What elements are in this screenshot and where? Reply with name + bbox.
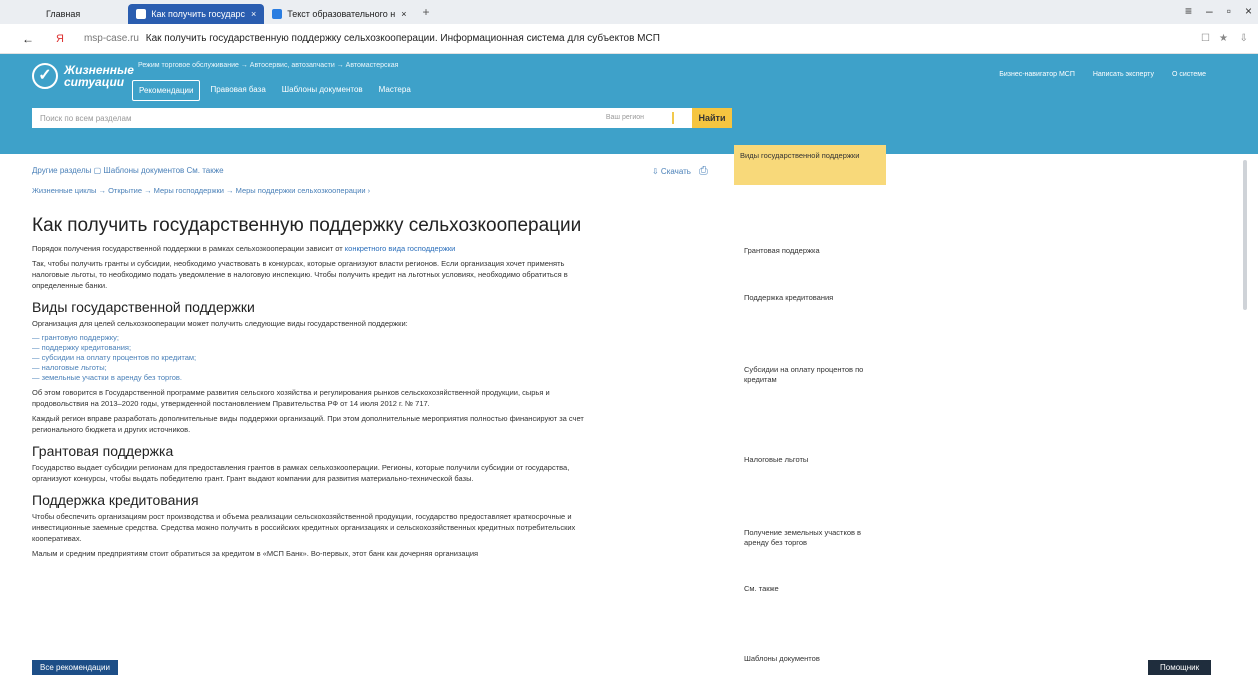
section-heading-credit: Поддержка кредитования: [32, 492, 199, 508]
types-intro: Организация для целей сельхозкооперации …: [32, 319, 408, 328]
region-marker: [672, 112, 674, 124]
tab-label: Текст образовательного н: [287, 9, 396, 19]
section-heading-types: Виды государственной поддержки: [32, 299, 255, 315]
tab-label: Главная: [46, 9, 81, 19]
url-field[interactable]: msp-case.ru Как получить государственную…: [84, 33, 660, 44]
top-links: Бизнес-навигатор МСП Написать эксперту О…: [999, 71, 1206, 78]
page-actions: ⇩ Скачать ⎙: [652, 165, 708, 178]
intro-paragraph-2: Так, чтобы получить гранты и субсидии, н…: [32, 259, 568, 290]
list-item[interactable]: — субсидии на оплату процентов по кредит…: [32, 353, 602, 363]
link-about[interactable]: О системе: [1172, 71, 1206, 78]
star-icon[interactable]: ★: [1219, 33, 1228, 44]
link-business-navigator[interactable]: Бизнес-навигатор МСП: [999, 71, 1075, 78]
intro-paragraph: Порядок получения государственной поддер…: [32, 243, 602, 254]
breadcrumb[interactable]: Жизненные циклы → Открытие → Меры господ…: [32, 186, 370, 195]
regions-paragraph: Каждый регион вправе разработать дополни…: [32, 414, 584, 434]
maximize-icon[interactable]: ▫: [1227, 4, 1231, 18]
nav-legal-base[interactable]: Правовая база: [204, 80, 271, 101]
address-bar: ← Я msp-case.ru Как получить государстве…: [0, 24, 1258, 54]
site-header: ✓ Жизненные ситуации Режим торговое обсл…: [0, 54, 1258, 154]
intro-text: Порядок получения государственной поддер…: [32, 244, 345, 253]
close-icon[interactable]: ×: [401, 9, 406, 19]
list-item[interactable]: — грантовую поддержку;: [32, 333, 602, 343]
section-heading-grant: Грантовая поддержка: [32, 443, 174, 459]
document-icon: [272, 9, 283, 19]
grant-paragraph: Государство выдает субсидии регионам для…: [32, 463, 570, 483]
region-select[interactable]: Ваш регион: [606, 114, 644, 121]
url-domain: msp-case.ru: [83, 33, 139, 44]
tab-home[interactable]: Главная: [38, 4, 88, 24]
nav-masters[interactable]: Мастера: [373, 80, 417, 101]
tab-active[interactable]: Как получить государс ×: [128, 4, 265, 24]
bookmark-icon[interactable]: ☐: [1201, 33, 1210, 44]
situation-breadcrumb[interactable]: Режим торговое обслуживание → Автосервис…: [138, 62, 398, 69]
credit-paragraph: Чтобы обеспечить организациям рост произ…: [32, 512, 576, 543]
link-ask-expert[interactable]: Написать эксперту: [1093, 71, 1154, 78]
help-button[interactable]: Помощник: [1148, 660, 1212, 675]
close-icon[interactable]: ×: [251, 9, 256, 19]
list-item[interactable]: — земельные участки в аренду без торгов.: [32, 373, 602, 383]
logo-line2: ситуации: [64, 75, 125, 89]
scrollbar[interactable]: [1243, 160, 1247, 310]
close-window-icon[interactable]: ×: [1245, 4, 1252, 18]
download-link[interactable]: ⇩ Скачать: [652, 167, 691, 176]
toc-item-grant[interactable]: Грантовая поддержка: [744, 246, 820, 256]
toc-active-item[interactable]: Виды государственной поддержки: [734, 145, 886, 185]
url-title: Как получить государственную поддержку с…: [145, 33, 660, 44]
nav-doc-templates[interactable]: Шаблоны документов: [276, 80, 369, 101]
tab-label: Как получить государс: [151, 9, 245, 19]
browser-tab-bar: Главная Как получить государс × Текст об…: [0, 0, 1258, 24]
subnav[interactable]: Другие разделы ▢ Шаблоны документов См. …: [32, 166, 224, 175]
types-list: — грантовую поддержку; — поддержку креди…: [32, 333, 602, 383]
back-icon[interactable]: ←: [22, 32, 34, 46]
search-input[interactable]: Поиск по всем разделам Ваш регион: [32, 108, 692, 128]
search-placeholder: Поиск по всем разделам: [40, 113, 132, 123]
print-icon[interactable]: ⎙: [699, 165, 708, 178]
browser-logo-icon: Я: [56, 32, 64, 45]
find-button[interactable]: Найти: [692, 108, 732, 128]
minimize-icon[interactable]: –: [1206, 4, 1213, 18]
menu-icon[interactable]: ≡: [1185, 4, 1192, 18]
all-recommendations-button[interactable]: Все рекомендации: [32, 660, 118, 675]
list-item[interactable]: — поддержку кредитования;: [32, 343, 602, 353]
nav-recommendations[interactable]: Рекомендации: [132, 80, 201, 101]
program-paragraph: Об этом говорится в Государственной прог…: [32, 388, 550, 408]
logo-check-icon: ✓: [32, 63, 58, 89]
toc-item-templates[interactable]: Шаблоны документов: [744, 654, 820, 664]
new-tab-button[interactable]: +: [422, 5, 429, 19]
tab-text[interactable]: Текст образовательного н ×: [264, 4, 414, 24]
window-controls: ≡ – ▫ ×: [1185, 4, 1252, 18]
logo[interactable]: ✓ Жизненные ситуации: [32, 63, 134, 89]
toc-item-land[interactable]: Получение земельных участков в аренду бе…: [744, 528, 864, 548]
list-item[interactable]: — налоговые льготы;: [32, 363, 602, 373]
toc-item-see-also[interactable]: См. также: [744, 584, 779, 594]
toc-item-subsidies[interactable]: Субсидии на оплату процентов по кредитам: [744, 365, 874, 385]
download-icon[interactable]: ⇩: [1240, 33, 1248, 44]
toc-item-credit[interactable]: Поддержка кредитования: [744, 293, 833, 303]
support-types-link[interactable]: конкретного вида господдержки: [345, 244, 456, 253]
toc-item-tax[interactable]: Налоговые льготы: [744, 455, 808, 465]
main-nav: Рекомендации Правовая база Шаблоны докум…: [132, 80, 417, 101]
page-title: Как получить государственную поддержку с…: [32, 215, 582, 236]
check-icon: [136, 9, 147, 19]
article: Как получить государственную поддержку с…: [32, 215, 602, 563]
credit-paragraph-2: Малым и средним предприятиям стоит обрат…: [32, 549, 479, 558]
